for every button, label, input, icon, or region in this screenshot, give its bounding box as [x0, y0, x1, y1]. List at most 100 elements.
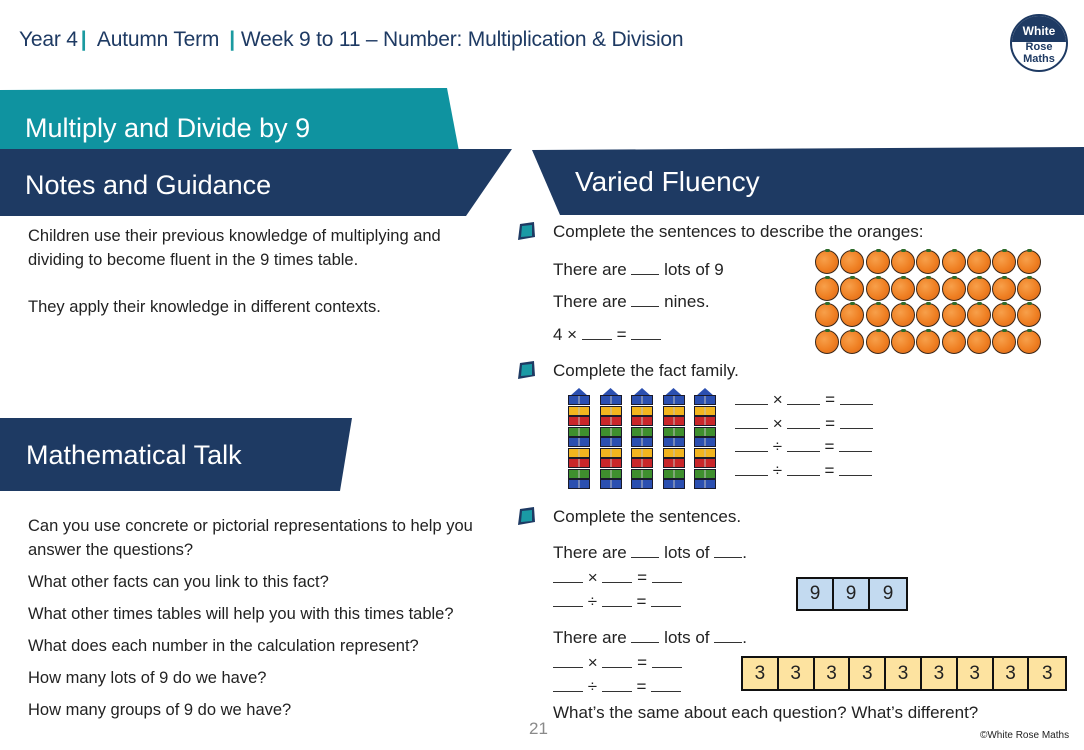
answer-blank[interactable]: [631, 293, 660, 307]
copyright: ©White Rose Maths: [980, 730, 1070, 741]
question-bullet-icon: [518, 361, 535, 379]
answer-blank[interactable]: [839, 391, 873, 405]
cube: [631, 426, 653, 437]
q3-prompt: Complete the sentences.: [553, 507, 742, 526]
orange: [992, 328, 1017, 354]
answer-blank[interactable]: [786, 462, 820, 476]
question-bullet-icon: [518, 507, 535, 525]
answer-blank[interactable]: [714, 629, 743, 643]
divide-sign: ÷: [587, 677, 598, 696]
question-bullet-icon: [518, 222, 535, 240]
fact-family-row: × =: [735, 390, 873, 410]
notes-paragraph: Children use their previous knowledge of…: [28, 227, 441, 269]
orange: [815, 249, 839, 274]
bar-cell: 3: [886, 658, 922, 689]
equals-sign: =: [616, 325, 627, 344]
multiply-sign: ×: [772, 413, 783, 433]
orange: [815, 275, 839, 301]
cube: [631, 437, 653, 447]
answer-blank[interactable]: [553, 593, 583, 607]
cube: [631, 447, 653, 458]
answer-blank[interactable]: [553, 678, 583, 692]
equals-sign: =: [636, 677, 647, 696]
answer-blank[interactable]: [787, 415, 821, 429]
equals-sign: =: [637, 653, 648, 672]
q3-closing-question: What’s the same about each question? Wha…: [553, 703, 979, 722]
bar-model-nines: 999: [796, 577, 908, 611]
answer-blank[interactable]: [553, 654, 583, 668]
text: There are: [553, 543, 627, 562]
orange: [916, 275, 941, 301]
fact-family-row: ÷ =: [735, 461, 873, 481]
answer-blank[interactable]: [735, 462, 768, 476]
answer-blank[interactable]: [651, 569, 682, 583]
fact-family-row: × =: [735, 414, 873, 434]
bar-cell: 3: [921, 658, 958, 689]
equals-sign: =: [824, 437, 835, 456]
orange: [865, 275, 890, 301]
notes-body: Children use their previous knowledge of…: [28, 224, 478, 342]
cube: [631, 405, 653, 416]
text: nines.: [664, 292, 710, 311]
orange: [815, 328, 839, 354]
math-talk-question: What other facts can you link to this fa…: [28, 573, 329, 591]
math-talk-question: How many groups of 9 do we have?: [28, 701, 292, 719]
page-title: Multiply and Divide by 9: [25, 113, 311, 143]
cube: [631, 468, 653, 479]
answer-blank[interactable]: [602, 569, 633, 583]
cube: [694, 447, 716, 458]
cube: [662, 458, 685, 468]
equals-sign: =: [636, 592, 647, 611]
answer-blank[interactable]: [839, 438, 873, 452]
q3a-sentence: There are lots of .: [553, 543, 747, 563]
answer-blank[interactable]: [735, 415, 768, 429]
text: There are: [553, 292, 627, 311]
answer-blank[interactable]: [601, 678, 632, 692]
divide-sign: ÷: [772, 437, 783, 456]
orange: [941, 275, 966, 301]
orange: [992, 275, 1017, 301]
answer-blank[interactable]: [651, 593, 682, 607]
answer-blank[interactable]: [602, 654, 633, 668]
answer-blank[interactable]: [601, 593, 632, 607]
cube: [694, 416, 716, 426]
answer-blank[interactable]: [714, 544, 743, 558]
answer-blank[interactable]: [735, 391, 768, 405]
white-rose-maths-logo: White Rose Maths: [1010, 14, 1068, 72]
answer-blank[interactable]: [631, 326, 662, 340]
answer-blank[interactable]: [631, 629, 660, 643]
cube: [568, 405, 590, 416]
cube: [694, 437, 716, 447]
answer-blank[interactable]: [839, 462, 873, 476]
equals-sign: =: [825, 413, 836, 433]
q1-line-2: There are nines.: [553, 292, 710, 312]
logo-line-1: White: [1012, 16, 1066, 42]
answer-blank[interactable]: [631, 261, 660, 275]
answer-blank[interactable]: [735, 438, 768, 452]
fact-family-row: ÷ =: [735, 437, 873, 457]
answer-blank[interactable]: [581, 326, 612, 340]
answer-blank[interactable]: [651, 654, 682, 668]
cube: [662, 437, 685, 447]
math-talk-questions: Can you use concrete or pictorial repres…: [28, 514, 498, 730]
cube: [568, 447, 590, 458]
orange: [865, 302, 890, 327]
answer-blank[interactable]: [631, 544, 660, 558]
answer-blank[interactable]: [651, 678, 682, 692]
answer-blank[interactable]: [839, 415, 873, 429]
orange: [941, 249, 966, 274]
bar-cell: 3: [957, 658, 994, 689]
cube: [599, 426, 622, 437]
q1-prompt: Complete the sentences to describe the o…: [553, 222, 924, 241]
answer-blank[interactable]: [553, 569, 583, 583]
bar-cell: 3: [743, 658, 779, 689]
math-talk-question: What does each number in the calculation…: [28, 637, 419, 655]
answer-blank[interactable]: [786, 438, 820, 452]
math-talk-question: Can you use concrete or pictorial repres…: [28, 517, 473, 559]
breadcrumb-header: Year 4 | Autumn Term | Week 9 to 11 – Numbe…: [19, 28, 684, 52]
multiply-sign: ×: [587, 653, 598, 672]
orange: [1017, 275, 1042, 301]
answer-blank[interactable]: [787, 391, 821, 405]
cube: [599, 405, 622, 416]
orange: [966, 275, 991, 301]
